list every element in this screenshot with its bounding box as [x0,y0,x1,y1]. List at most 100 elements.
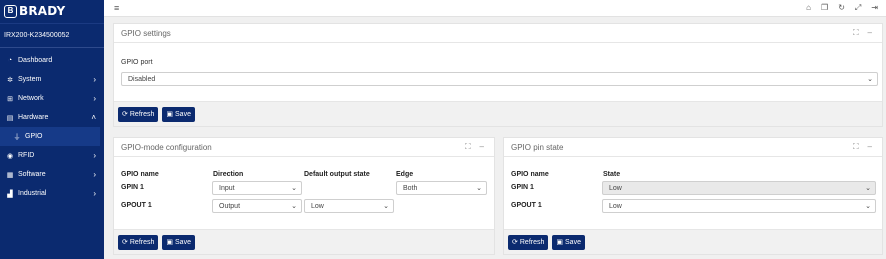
column-header-default-output: Default output state [304,171,370,178]
sidebar-item-label: GPIO [25,133,43,140]
state-select[interactable]: Low ⌄ [602,199,876,213]
reload-icon[interactable]: ↻ [838,3,845,13]
dashboard-icon: ◔ [7,57,13,64]
gear-icon: ✲ [7,76,13,84]
gpio-port-value: Disabled [128,75,156,83]
sidebar-item-label: Network [18,95,44,102]
gpio-mode-panel: GPIO-mode configuration ⛶ – GPIO name Di… [113,137,495,255]
minimize-icon[interactable]: – [868,142,872,152]
refresh-button[interactable]: ⟳ Refresh [508,234,549,250]
gpio-row-name: GPOUT 1 [121,202,152,209]
sidebar-item-label: Dashboard [18,57,53,64]
gpio-row-name: GPOUT 1 [511,202,542,209]
sidebar-item-network[interactable]: ⊞ Network › [0,89,104,108]
minimize-icon[interactable]: – [868,28,872,38]
expand-icon[interactable]: ⛶ [853,142,859,152]
refresh-icon: ⟳ [122,111,128,118]
top-bar: ≡ ⌂ ❐ ↻ ⤢ ⇥ [104,0,886,17]
save-label: Save [175,110,191,118]
gpio-port-label: GPIO port [121,59,153,66]
refresh-label: Refresh [519,238,545,246]
panel-tools: ⛶ – [853,28,872,38]
gpio-port-select[interactable]: Disabled ⌄ [121,72,878,86]
logout-icon[interactable]: ⇥ [871,3,878,13]
sidebar-item-dashboard[interactable]: ◔ Dashboard [0,51,104,70]
gpio-settings-panel: GPIO settings ⛶ – GPIO port Disabled ⌄ ⟳… [113,23,883,127]
gpio-row-name: GPIN 1 [121,184,144,191]
menu-toggle-icon[interactable]: ≡ [114,3,119,13]
hardware-icon: ▤ [6,114,14,122]
factory-icon: ▟ [7,190,13,198]
chevron-right-icon: › [93,94,96,103]
panel-header: GPIO pin state ⛶ – [504,138,882,157]
edge-select[interactable]: Both ⌄ [396,181,487,195]
panel-footer: ⟳ Refresh ▣ Save [114,101,882,126]
refresh-button[interactable]: ⟳ Refresh [118,106,159,122]
gpio-row-name: GPIN 1 [511,184,534,191]
save-icon: ▣ [166,239,174,246]
state-value: Low [609,202,622,210]
sidebar-item-label: System [18,76,42,83]
chevron-right-icon: › [93,170,96,179]
column-header-gpio-name: GPIO name [511,171,549,178]
column-header-gpio-name: GPIO name [121,171,159,178]
direction-select[interactable]: Output ⌄ [212,199,302,213]
column-header-state: State [603,171,621,178]
state-select: Low ⌄ [602,181,876,195]
sidebar-item-software[interactable]: ▦ Software › [0,165,104,184]
sidebar-item-hardware[interactable]: ▤ Hardware ˄ [0,108,104,127]
chevron-down-icon: ⌄ [476,185,482,192]
panel-footer: ⟳ Refresh ▣ Save [504,229,882,254]
panel-footer: ⟳ Refresh ▣ Save [114,229,494,254]
save-button[interactable]: ▣ Save [162,234,195,250]
gpio-pin-state-panel: GPIO pin state ⛶ – GPIO name State GPIN … [503,137,883,255]
chevron-right-icon: › [93,75,96,84]
refresh-label: Refresh [129,110,155,118]
expand-icon[interactable]: ⛶ [465,142,471,152]
panel-tools: ⛶ – [465,142,484,152]
chevron-down-icon: ⌄ [291,185,297,192]
plug-icon: ⏚ [13,133,21,141]
sidebar-item-label: RFID [18,152,35,159]
panel-title: GPIO settings [121,28,171,38]
top-toolbar: ⌂ ❐ ↻ ⤢ ⇥ [806,3,878,13]
chevron-right-icon: › [93,151,96,160]
sidebar-item-rfid[interactable]: ◉ RFID › [0,146,104,165]
minimize-icon[interactable]: – [480,142,484,152]
default-output-select[interactable]: Low ⌄ [304,199,394,213]
direction-select[interactable]: Input ⌄ [212,181,302,195]
network-icon: ⊞ [7,95,13,103]
home-icon[interactable]: ⌂ [806,3,811,13]
direction-value: Output [219,202,241,210]
brady-logo-icon: B [4,4,17,18]
chevron-down-icon: ⌄ [865,185,871,192]
save-button[interactable]: ▣ Save [552,234,585,250]
sidebar-nav: ◔ Dashboard ✲ System › ⊞ Network › ▤ Har… [0,51,104,203]
fullscreen-icon[interactable]: ⤢ [855,3,861,13]
sidebar-item-label: Software [18,171,46,178]
sidebar-item-system[interactable]: ✲ System › [0,70,104,89]
device-name: IRX200-K234500052 [0,23,104,48]
refresh-button[interactable]: ⟳ Refresh [118,234,159,250]
panel-body: GPIO name State GPIN 1 Low ⌄ GPOUT 1 Low… [504,157,882,229]
save-label: Save [175,238,191,246]
brand-logo: B BRADY [0,0,104,22]
sidebar-item-gpio[interactable]: ⏚ GPIO [0,127,100,146]
save-button[interactable]: ▣ Save [162,106,195,122]
direction-value: Input [219,184,235,192]
expand-icon[interactable]: ⛶ [853,28,859,38]
sidebar-item-label: Hardware [18,114,49,121]
refresh-icon: ⟳ [122,239,128,246]
refresh-label: Refresh [129,238,155,246]
panel-title: GPIO pin state [511,142,564,152]
state-value: Low [609,184,622,192]
copy-icon[interactable]: ❐ [821,3,828,13]
sidebar-item-industrial[interactable]: ▟ Industrial › [0,184,104,203]
sidebar: B BRADY IRX200-K234500052 ◔ Dashboard ✲ … [0,0,104,259]
save-icon: ▣ [556,239,564,246]
sidebar-item-label: Industrial [18,190,47,197]
chevron-down-icon: ⌄ [867,76,873,83]
column-header-edge: Edge [396,171,414,178]
default-output-value: Low [311,202,324,210]
panel-header: GPIO settings ⛶ – [114,24,882,43]
